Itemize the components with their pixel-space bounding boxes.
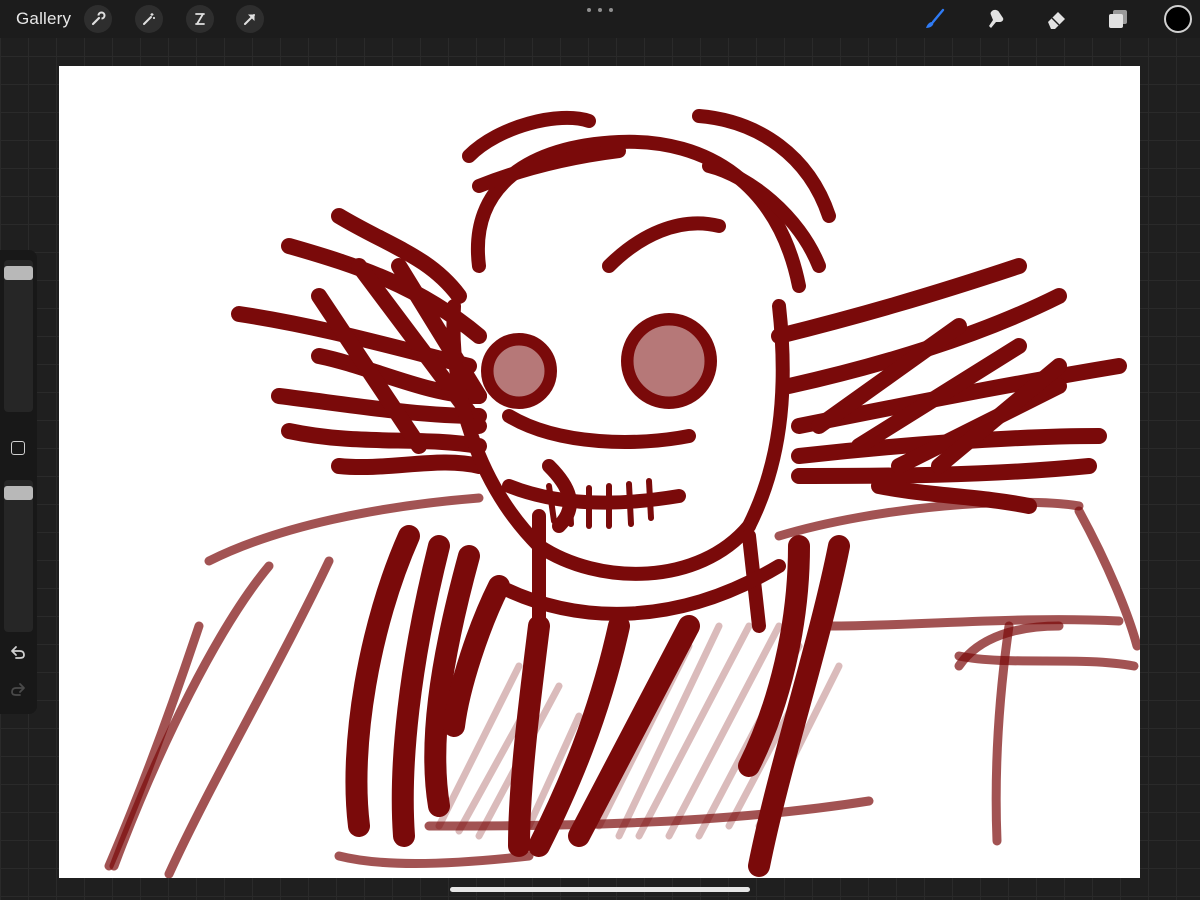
undo-icon (11, 646, 25, 659)
modify-button[interactable] (11, 441, 25, 455)
transform-arrow-icon (244, 14, 255, 25)
sketch-artwork (104, 109, 1140, 878)
wrench-icon (91, 11, 106, 26)
redo-button[interactable] (8, 680, 28, 700)
left-sidebar (0, 250, 37, 714)
brush-size-slider[interactable] (4, 260, 33, 412)
magic-wand-icon (143, 13, 155, 25)
adjustments-button[interactable] (135, 5, 163, 33)
top-toolbar: Gallery (0, 0, 1200, 38)
brush-tool[interactable] (920, 4, 950, 34)
selection-button[interactable] (186, 5, 214, 33)
more-options-icon[interactable] (587, 3, 613, 17)
drawing-canvas[interactable] (59, 66, 1140, 878)
selection-icon (195, 13, 205, 25)
opacity-thumb[interactable] (4, 485, 33, 500)
opacity-slider[interactable] (4, 480, 33, 632)
transform-button[interactable] (236, 5, 264, 33)
eraser-tool[interactable] (1042, 4, 1072, 34)
smudge-icon (989, 9, 1004, 28)
home-indicator[interactable] (450, 887, 750, 892)
eraser-icon (1048, 12, 1065, 29)
undo-button[interactable] (8, 643, 28, 663)
brush-size-thumb[interactable] (4, 265, 33, 280)
redo-icon (11, 683, 25, 696)
actions-button[interactable] (84, 5, 112, 33)
brush-icon (926, 8, 945, 28)
color-picker-button[interactable] (1164, 5, 1192, 33)
layers-icon (1109, 10, 1127, 28)
gallery-button[interactable]: Gallery (16, 9, 71, 29)
layers-tool[interactable] (1103, 4, 1133, 34)
smudge-tool[interactable] (981, 4, 1011, 34)
